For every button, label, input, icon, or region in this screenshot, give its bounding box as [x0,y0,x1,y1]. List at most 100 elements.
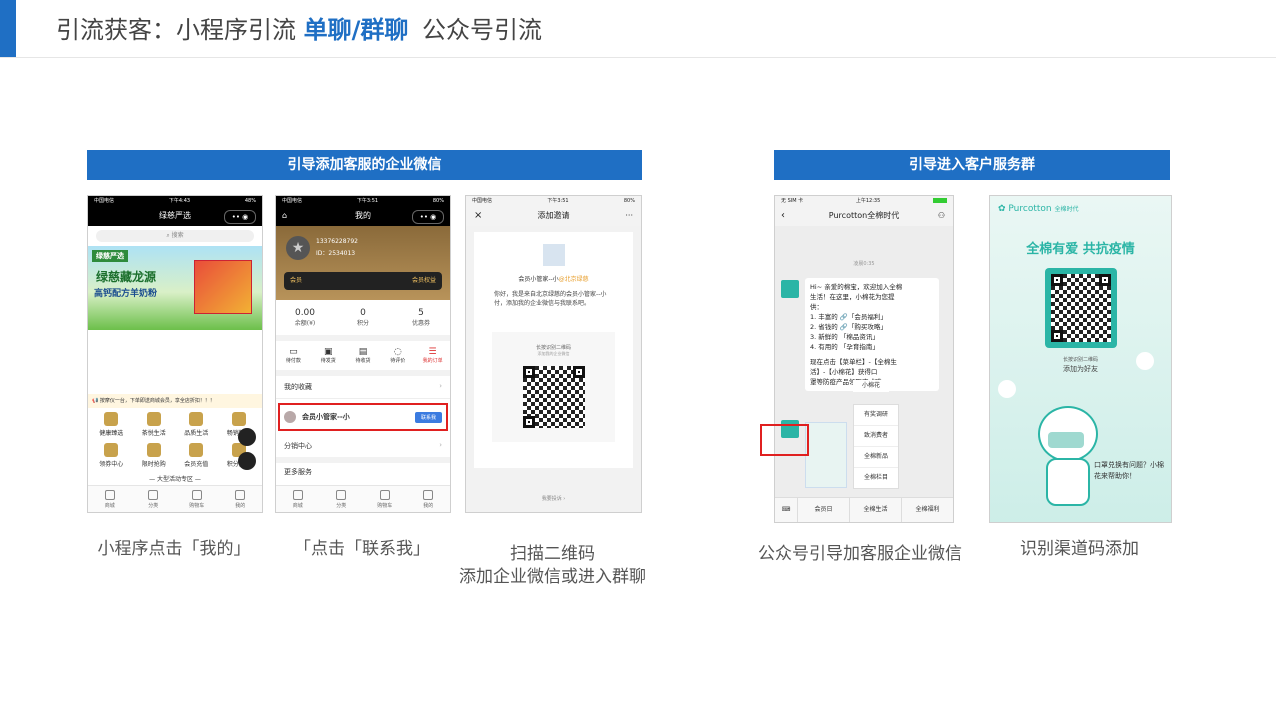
mascot-body [1046,458,1090,506]
stat-coupons[interactable]: 5 优惠券 [392,308,450,327]
message-line: 生活！在这里，小棉花为您提 [810,293,895,301]
close-icon[interactable]: × [474,206,482,226]
message-line[interactable]: 3. 新鲜的 「棉品资讯」 [810,332,934,342]
back-icon[interactable]: ‹ [781,206,785,226]
menu-distribution[interactable]: 分销中心 › [276,435,450,463]
order-pending-receive[interactable]: ▤ 待收货 [346,347,381,364]
profile-icon[interactable]: ⚇ [938,206,945,226]
stat-label: 积分 [356,320,369,327]
category-item[interactable]: 品质生活 [175,412,218,437]
notice-text: 按摩仪一台，下单即送商城会员，享全店折扣！！！ [99,398,215,404]
phone-number: 13376228792 [316,238,358,245]
time-label: 上午12:35 [855,198,881,204]
submenu-item[interactable]: 致消费者 [854,426,898,447]
battery-label: 80% [432,198,444,204]
stat-points[interactable]: 0 积分 [334,308,392,327]
notice-bar: 📢 按摩仪一台，下单即送商城会员，享全店折扣！！！ [88,394,262,408]
header-divider [0,57,1276,58]
qr-finder-top-right [572,366,585,378]
submenu-item[interactable]: 有奖调研 [854,405,898,426]
capsule-menu-icon[interactable]: •• ◉ [224,210,256,224]
stat-balance[interactable]: 0.00 余额(¥) [276,308,334,327]
left-section-banner: 引导添加客服的企业微信 [87,150,642,180]
menu-label: 分销中心 [284,442,312,450]
time-label: 下午4:43 [168,198,191,204]
search-input[interactable]: ⌕ 搜索 [96,230,254,242]
category-item[interactable]: 限时抢购 [133,443,176,468]
channel-qr-code[interactable] [1050,274,1111,342]
category-label: 限时抢购 [141,461,166,468]
message-line[interactable]: 2. 省钱的 🔗「购买攻略」 [810,322,934,332]
stat-label: 优惠券 [411,320,430,327]
order-pending-ship[interactable]: ▣ 待发货 [311,347,346,364]
tab-cart[interactable]: 购物车 [175,486,219,512]
chevron-right-icon: › [439,441,442,449]
qr-code[interactable] [522,366,585,428]
tab-category[interactable]: 分类 [132,486,176,512]
nav-bar: ‹ Purcotton全棉时代 ⚇ [775,206,953,226]
poster-thumbnail[interactable] [805,422,847,488]
capsule-menu-icon[interactable]: •• ◉ [412,210,444,224]
message-line[interactable]: 4. 有用的 「孕育指南」 [810,342,934,352]
qr-finder-bottom-left [1050,330,1063,342]
category-icon [189,443,204,457]
inviter-name: 会员小管家--小@北京绿慈 [474,274,633,283]
stats-row: 0.00 余额(¥) 0 积分 5 优惠券 [276,300,450,341]
tab-category[interactable]: 分类 [320,486,364,512]
order-pending-review[interactable]: ◌ 待评价 [380,347,415,364]
hero-banner[interactable]: 绿慈严选 绿慈藏龙源 高钙配方羊奶粉 [88,246,262,330]
hero-line2: 高钙配方羊奶粉 [94,289,158,299]
more-icon[interactable]: ··· [625,206,633,226]
submenu-item[interactable]: 全棉栏目 [854,468,898,488]
order-all[interactable]: ☰ 我的订单 [415,347,450,364]
message-line: 供： [810,303,823,311]
nav-bar: 绿慈严选 •• ◉ [88,206,262,226]
status-bar: 中国电信 下午3:51 80% [276,196,450,206]
home-icon[interactable]: ⌂ [282,206,287,226]
member-card[interactable]: 会员 会员权益 [284,272,442,290]
qr-finder-top-right [1098,274,1111,286]
order-label: 待付款 [285,358,301,364]
brand-name: Purcotton [1008,204,1052,214]
category-label: 茶悦生活 [141,430,166,437]
contact-row-highlight[interactable]: 会员小管家--小 联系我 [278,403,448,431]
keyboard-icon[interactable]: ⌨ [775,498,797,522]
category-item[interactable]: 领券中心 [90,443,133,468]
caption-official-account: 公众号引导加客服企业微信 [758,544,962,564]
tab-bar: 商城 分类 购物车 我的 [88,485,262,512]
qr-finder-top-left [1050,274,1063,286]
poster-highlight-box [760,424,809,456]
phone-float-icon[interactable] [238,428,256,446]
title-highlight: 单聊/群聊 [303,16,409,44]
submenu-item[interactable]: 全棉新品 [854,447,898,468]
report-link[interactable]: 我要投诉 › [466,495,641,502]
tab-bar: 商城 分类 购物车 我的 [276,485,450,512]
menu-collect[interactable]: 我的收藏 › [276,376,450,399]
category-icon [189,412,204,426]
contact-me-button[interactable]: 联系我 [414,411,442,423]
menu-more[interactable]: 更多服务 [276,463,450,481]
profile-header: ★ 13376228792 ID：2534013 会员 会员权益 [276,226,450,300]
nav-bar: × 添加邀请 ··· [466,206,641,226]
service-float-icon[interactable] [238,452,256,470]
category-item[interactable]: 会员充值 [175,443,218,468]
brand-name-cn: 全棉时代 [1054,206,1079,213]
carrier-label: 中国电信 [282,198,303,204]
menu-cotton-welfare[interactable]: 全棉福利 [901,498,953,522]
menu-cotton-life[interactable]: 全棉生活 [849,498,901,522]
tab-mall[interactable]: 商城 [88,486,132,512]
tab-mall[interactable]: 商城 [276,486,320,512]
category-item[interactable]: 茶悦生活 [133,412,176,437]
message-line[interactable]: 1. 丰富的 🔗「会员福利」 [810,312,934,322]
qr-subhint: 添加我的企业微信 [537,351,570,356]
category-item[interactable]: 健康臻选 [90,412,133,437]
stat-value: 5 [418,308,424,318]
tab-mine[interactable]: 我的 [407,486,451,512]
avatar[interactable]: ★ [286,236,310,260]
menu-member-day[interactable]: 会员日 [797,498,849,522]
order-pending-pay[interactable]: ▭ 待付款 [276,347,311,364]
caption-mini-program: 小程序点击「我的」 [97,539,251,559]
tab-cart[interactable]: 购物车 [363,486,407,512]
tab-mine[interactable]: 我的 [219,486,263,512]
promo-heading: — 大型活动专区 — [149,476,201,483]
